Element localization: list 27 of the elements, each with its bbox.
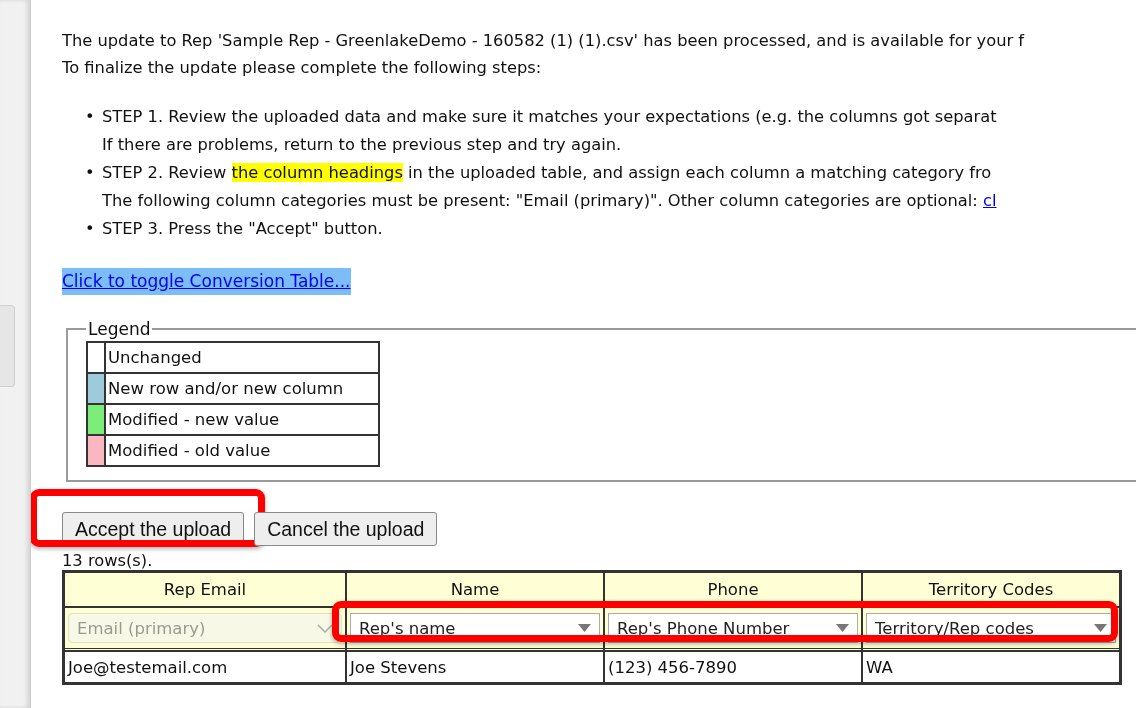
sidebar-tab[interactable]: [0, 305, 15, 387]
row-count: 13 rows(s).: [62, 550, 154, 570]
caret-icon: [578, 624, 591, 632]
legend-label: Modified - old value: [105, 435, 379, 466]
legend-title: Legend: [87, 319, 152, 339]
chevron-icon: [317, 623, 333, 633]
bullet: •: [85, 106, 91, 128]
column-header: Rep Email: [64, 572, 346, 607]
caret-icon: [1094, 624, 1107, 632]
intro-text: To finalize the update please complete the following steps:: [62, 57, 543, 79]
table-cell: Joe Stevens: [346, 651, 604, 683]
categories-link[interactable]: cl: [983, 191, 997, 210]
step-item: STEP 1. Review the uploaded data and make sure it matches your expectations (e.g. the columns got separat If there are problems, return to the previous step and try again.: [102, 106, 997, 156]
bullet: •: [85, 162, 91, 184]
toggle-link[interactable]: Click to toggle Conversion Table...: [62, 268, 351, 295]
legend-label: Modified - new value: [105, 404, 379, 435]
step-item: STEP 2. Review the column headings in the uploaded table, and assign each column a matching category fro The following column categories must be present: "Email (primary)". Other column categories are optional: cl: [102, 162, 997, 212]
legend-label: Unchanged: [105, 342, 379, 373]
cancel-button[interactable]: Cancel the upload: [254, 512, 438, 546]
intro-text: The update to Rep 'Sample Rep - GreenlakeDemo - 160582 (1) (1).csv' has been processed, and is available for your f: [62, 30, 1026, 52]
bullet: •: [85, 218, 91, 240]
table-cell: WA: [862, 651, 1120, 683]
table-cell: Joe@testemail.com: [64, 651, 346, 683]
legend-label: New row and/or new column: [105, 373, 379, 404]
table-cell: (123) 456-7890: [604, 651, 862, 683]
caret-icon: [836, 624, 849, 632]
step-item: STEP 3. Press the "Accept" button.: [102, 218, 383, 240]
